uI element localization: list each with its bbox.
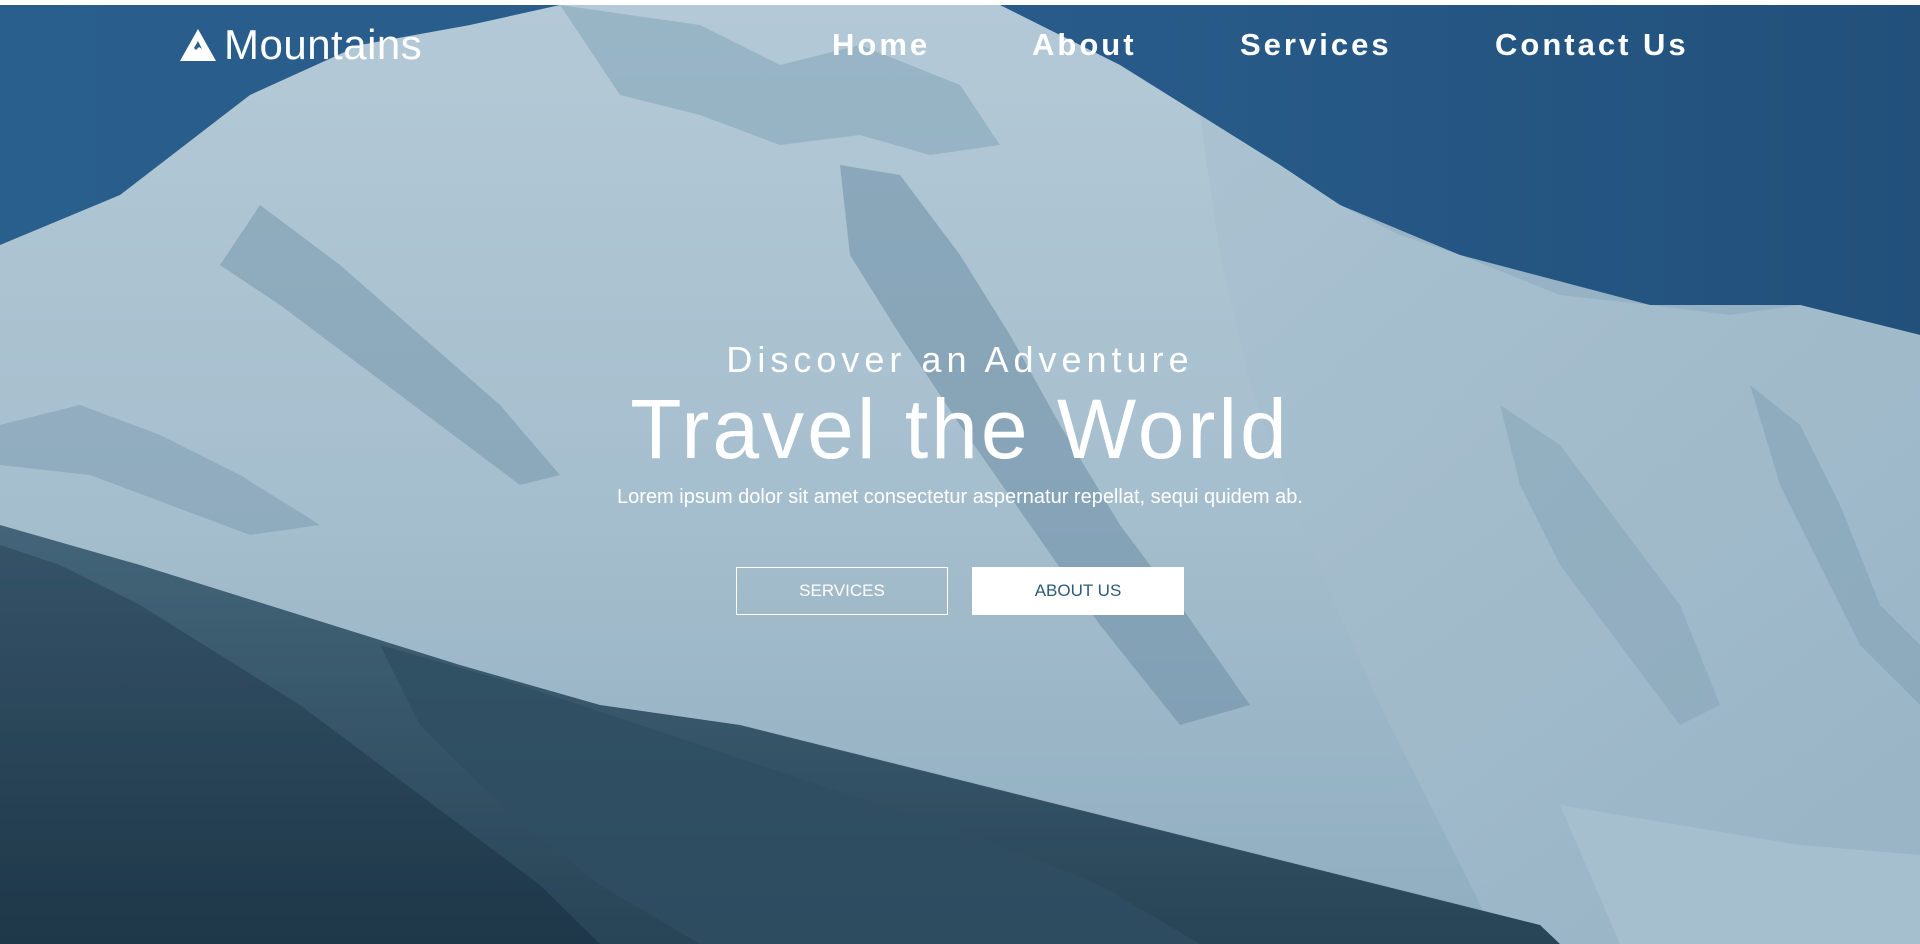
services-button[interactable]: SERVICES <box>736 567 948 615</box>
hero-tagline: Lorem ipsum dolor sit amet consectetur a… <box>617 486 1303 508</box>
hero-section: Mountains Home About Services Contact Us… <box>0 5 1920 944</box>
hero-content: Discover an Adventure Travel the World L… <box>0 5 1920 944</box>
hero-headline: Travel the World <box>630 382 1290 476</box>
hero-eyebrow: Discover an Adventure <box>726 339 1194 380</box>
about-us-button[interactable]: ABOUT US <box>972 567 1184 615</box>
